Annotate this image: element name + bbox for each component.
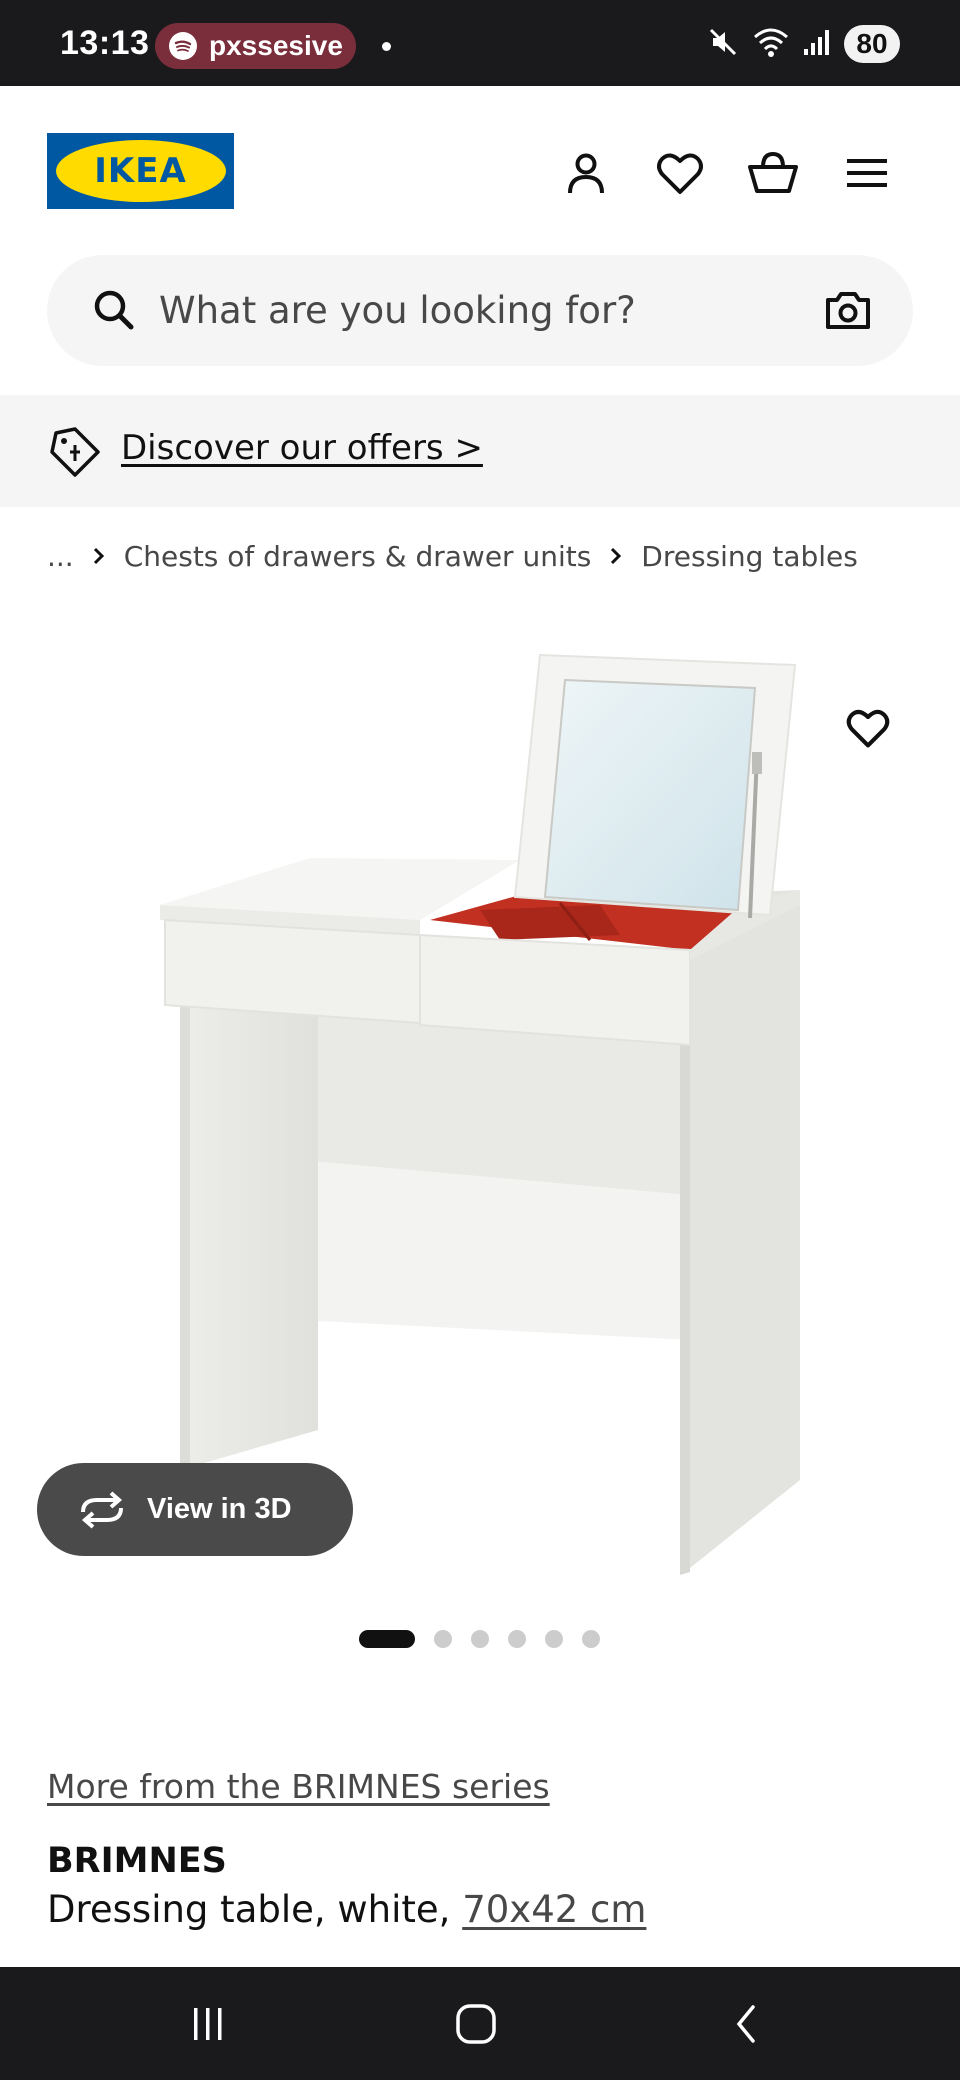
product-name: BRIMNES — [47, 1841, 227, 1881]
system-navigation-bar — [0, 1967, 960, 2080]
search-icon[interactable] — [91, 287, 137, 333]
view-in-3d-label: View in 3D — [147, 1493, 292, 1525]
add-to-wishlist-heart-icon[interactable] — [838, 698, 898, 758]
signal-icon — [802, 27, 832, 62]
logo-oval: IKEA — [55, 140, 226, 202]
series-link[interactable]: More from the BRIMNES series — [47, 1767, 550, 1806]
logo-text: IKEA — [94, 151, 187, 191]
price-tag-icon — [48, 425, 102, 479]
media-app-name: pxssesive — [209, 30, 343, 61]
menu-icon[interactable] — [840, 146, 894, 200]
media-notification-pill[interactable]: pxssesive — [155, 23, 356, 69]
dressing-table-illustration — [160, 653, 800, 1575]
home-icon[interactable] — [446, 1997, 506, 2051]
view-in-3d-button[interactable]: View in 3D — [37, 1463, 353, 1556]
carousel-dot-4[interactable] — [508, 1630, 526, 1648]
mute-icon — [706, 25, 740, 64]
offers-banner: Discover our offers > — [0, 395, 960, 507]
chevron-right-icon — [84, 546, 114, 566]
breadcrumb-ellipsis[interactable]: ... — [47, 540, 74, 573]
carousel-dot-3[interactable] — [471, 1630, 489, 1648]
site-header: IKEA — [0, 86, 960, 256]
battery-indicator: 80 — [844, 25, 900, 63]
product-image[interactable] — [0, 614, 960, 1604]
carousel-dot-5[interactable] — [545, 1630, 563, 1648]
carousel-dot-2[interactable] — [434, 1630, 452, 1648]
status-icons: 80 — [706, 22, 900, 66]
recent-apps-icon[interactable] — [178, 1997, 238, 2051]
ikea-logo[interactable]: IKEA — [47, 133, 234, 209]
shopping-basket-icon[interactable] — [746, 146, 800, 200]
search-bar[interactable] — [47, 255, 913, 366]
breadcrumb-chests-of-drawers[interactable]: Chests of drawers & drawer units — [124, 540, 592, 573]
back-icon[interactable] — [716, 1997, 776, 2051]
breadcrumb-dressing-tables[interactable]: Dressing tables — [641, 540, 858, 573]
carousel-indicator — [359, 1630, 600, 1648]
product-size-link[interactable]: 70x42 cm — [462, 1888, 646, 1931]
breadcrumb: ... Chests of drawers & drawer units Dre… — [47, 535, 858, 577]
discover-offers-link[interactable]: Discover our offers > — [121, 428, 483, 468]
camera-search-icon[interactable] — [823, 285, 873, 335]
spotify-icon — [169, 32, 197, 60]
status-bar: 13:13 pxssesive 80 — [0, 0, 960, 86]
search-input[interactable] — [159, 279, 819, 341]
rotate-3d-icon — [77, 1490, 127, 1530]
wishlist-heart-icon[interactable] — [653, 146, 707, 200]
notification-dot-icon — [382, 42, 391, 51]
wifi-icon — [752, 25, 790, 64]
account-icon[interactable] — [559, 146, 613, 200]
carousel-dot-6[interactable] — [582, 1630, 600, 1648]
chevron-right-icon — [601, 546, 631, 566]
product-description: Dressing table, white, 70x42 cm — [47, 1888, 646, 1931]
status-time: 13:13 — [60, 24, 150, 62]
product-description-text: Dressing table, white, — [47, 1888, 451, 1931]
carousel-dot-1[interactable] — [359, 1630, 415, 1648]
